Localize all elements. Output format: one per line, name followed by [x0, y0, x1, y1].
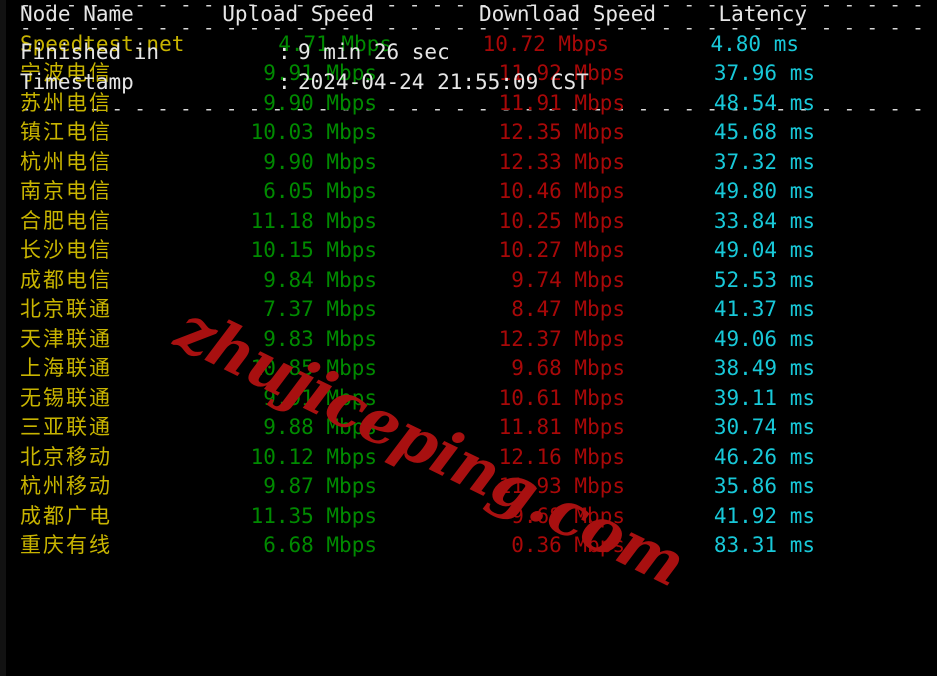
download-speed-cell: 12.33 Mbps	[498, 149, 625, 174]
latency-cell: 83.31 ms	[713, 533, 815, 557]
latency-cell: 46.26 ms	[713, 444, 815, 469]
table-row: 长沙电信 10.15 Mbps 10.27 Mbps 49.04 ms	[6, 236, 931, 266]
download-speed-cell: 12.35 Mbps	[498, 120, 625, 144]
footer-label: Finished in	[20, 40, 160, 64]
header-download-speed: Download Speed	[478, 2, 656, 26]
node-name-cell: 重庆有线	[20, 533, 112, 557]
table-row: 镇江电信 10.03 Mbps 12.35 Mbps 45.68 ms	[6, 118, 931, 148]
upload-speed-cell: 9.87 Mbps	[263, 474, 377, 498]
upload-speed-cell: 10.85 Mbps	[250, 356, 377, 380]
table-row: 无锡联通 9.91 Mbps 10.61 Mbps 39.11 ms	[6, 384, 931, 414]
download-speed-cell: 10.61 Mbps	[498, 385, 625, 410]
node-name-cell: 长沙电信	[20, 238, 112, 262]
table-row: 杭州电信 9.90 Mbps 12.33 Mbps 37.32 ms	[6, 148, 931, 178]
upload-speed-cell: 6.68 Mbps	[263, 533, 377, 557]
node-name-cell: 南京电信	[20, 179, 112, 203]
node-name-cell: 合肥电信	[20, 208, 112, 233]
upload-speed-cell: 9.84 Mbps	[263, 267, 377, 292]
header-node-name: Node Name	[20, 2, 134, 26]
table-row: 重庆有线 6.68 Mbps 0.36 Mbps 83.31 ms	[6, 531, 931, 561]
upload-speed-cell: 10.03 Mbps	[250, 120, 377, 144]
latency-cell: 30.74 ms	[713, 415, 815, 439]
table-row: 杭州移动 9.87 Mbps 11.93 Mbps 35.86 ms	[6, 472, 931, 502]
header-latency: Latency	[718, 2, 807, 26]
latency-cell: 49.80 ms	[713, 179, 815, 203]
latency-cell: 39.11 ms	[713, 385, 815, 410]
node-name-cell: 成都广电	[20, 503, 112, 528]
node-name-cell: 成都电信	[20, 267, 112, 292]
latency-cell: 49.04 ms	[713, 238, 815, 262]
footer-line: Timestamp:2024-04-24 21:55:09 CST	[6, 68, 931, 98]
upload-speed-cell: 9.90 Mbps	[263, 149, 377, 174]
upload-speed-cell: 9.91 Mbps	[263, 385, 377, 410]
download-speed-cell: 9.74 Mbps	[511, 267, 625, 292]
footer-line: Finished in:9 min 26 sec	[6, 38, 931, 68]
latency-cell: 49.06 ms	[713, 326, 815, 351]
download-speed-cell: 9.68 Mbps	[511, 503, 625, 528]
node-name-cell: 天津联通	[20, 326, 112, 351]
download-speed-cell: 11.81 Mbps	[498, 415, 625, 439]
upload-speed-cell: 9.88 Mbps	[263, 415, 377, 439]
node-name-cell: 杭州移动	[20, 474, 112, 498]
table-row: 合肥电信 11.18 Mbps 10.25 Mbps 33.84 ms	[6, 207, 931, 237]
latency-cell: 37.32 ms	[713, 149, 815, 174]
download-speed-cell: 12.16 Mbps	[498, 444, 625, 469]
upload-speed-cell: 11.35 Mbps	[250, 503, 377, 528]
download-speed-cell: 10.25 Mbps	[498, 208, 625, 233]
table-header-row: Node Name Upload Speed Download Speed La…	[6, 0, 931, 30]
latency-cell: 45.68 ms	[713, 120, 815, 144]
upload-speed-cell: 7.37 Mbps	[263, 297, 377, 321]
download-speed-cell: 12.37 Mbps	[498, 326, 625, 351]
latency-cell: 41.37 ms	[713, 297, 815, 321]
download-speed-cell: 10.27 Mbps	[498, 238, 625, 262]
node-name-cell: 上海联通	[20, 356, 112, 380]
footer-colon: :	[278, 40, 291, 64]
node-name-cell: 杭州电信	[20, 149, 112, 174]
footer-value: 2024-04-24 21:55:09 CST	[298, 69, 589, 94]
node-name-cell: 北京移动	[20, 444, 112, 469]
download-speed-cell: 10.46 Mbps	[498, 179, 625, 203]
download-speed-cell: 11.93 Mbps	[498, 474, 625, 498]
table-row: 成都电信 9.84 Mbps 9.74 Mbps 52.53 ms	[6, 266, 931, 296]
terminal-window: - - - - - - - - - - - - - - - - - - - - …	[0, 0, 937, 676]
table-row: 三亚联通 9.88 Mbps 11.81 Mbps 30.74 ms	[6, 413, 931, 443]
node-name-cell: 三亚联通	[20, 415, 112, 439]
footer-label: Timestamp	[20, 69, 134, 94]
download-speed-cell: 9.68 Mbps	[511, 356, 625, 380]
node-name-cell: 无锡联通	[20, 385, 112, 410]
latency-cell: 33.84 ms	[713, 208, 815, 233]
table-row: 天津联通 9.83 Mbps 12.37 Mbps 49.06 ms	[6, 325, 931, 355]
download-speed-cell: 0.36 Mbps	[511, 533, 625, 557]
table-row: 上海联通 10.85 Mbps 9.68 Mbps 38.49 ms	[6, 354, 931, 384]
upload-speed-cell: 10.12 Mbps	[250, 444, 377, 469]
footer-value: 9 min 26 sec	[298, 40, 450, 64]
latency-cell: 52.53 ms	[713, 267, 815, 292]
upload-speed-cell: 9.83 Mbps	[263, 326, 377, 351]
footer-colon: :	[278, 69, 291, 94]
latency-cell: 35.86 ms	[713, 474, 815, 498]
table-row: 南京电信 6.05 Mbps 10.46 Mbps 49.80 ms	[6, 177, 931, 207]
table-row: 北京联通 7.37 Mbps 8.47 Mbps 41.37 ms	[6, 295, 931, 325]
node-name-cell: 北京联通	[20, 297, 112, 321]
table-row: 北京移动 10.12 Mbps 12.16 Mbps 46.26 ms	[6, 443, 931, 473]
node-name-cell: 镇江电信	[20, 120, 112, 144]
latency-cell: 41.92 ms	[713, 503, 815, 528]
download-speed-cell: 8.47 Mbps	[511, 297, 625, 321]
upload-speed-cell: 10.15 Mbps	[250, 238, 377, 262]
upload-speed-cell: 6.05 Mbps	[263, 179, 377, 203]
upload-speed-cell: 11.18 Mbps	[250, 208, 377, 233]
latency-cell: 38.49 ms	[713, 356, 815, 380]
table-row: 成都广电 11.35 Mbps 9.68 Mbps 41.92 ms	[6, 502, 931, 532]
header-upload-speed: Upload Speed	[222, 2, 374, 26]
